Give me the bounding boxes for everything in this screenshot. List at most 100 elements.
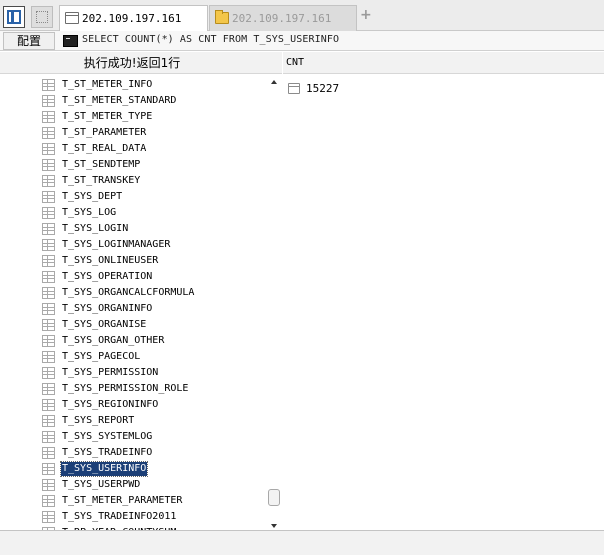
table-row[interactable]: T_SYS_TRADEINFO xyxy=(0,445,266,461)
table-name: T_SYS_SYSTEMLOG xyxy=(62,431,153,442)
query-toolbar: 配置 SELECT COUNT(*) AS CNT FROM T_SYS_USE… xyxy=(0,31,604,51)
table-grid-icon xyxy=(42,303,55,315)
document-icon xyxy=(65,12,79,24)
table-row[interactable]: T_SYS_ORGAN_OTHER xyxy=(0,333,266,349)
table-row[interactable]: T_SYS_USERPWD xyxy=(0,477,266,493)
table-grid-icon xyxy=(42,111,55,123)
table-row[interactable]: T_SYS_PERMISSION xyxy=(0,365,266,381)
table-name: T_ST_TRANSKEY xyxy=(62,175,141,186)
tab-connection-2[interactable]: 202.109.197.161 xyxy=(209,5,357,31)
table-name: T_ST_METER_PARAMETER xyxy=(62,495,183,506)
table-grid-icon xyxy=(42,463,55,475)
sql-input[interactable]: SELECT COUNT(*) AS CNT FROM T_SYS_USERIN… xyxy=(60,32,604,50)
table-row[interactable]: T_SYS_OPERATION xyxy=(0,269,266,285)
table-list-scrollbar[interactable] xyxy=(266,74,282,530)
config-button[interactable]: 配置 xyxy=(3,32,55,50)
table-row[interactable]: T_SYS_REGIONINFO xyxy=(0,397,266,413)
table-name: T_SYS_PERMISSION_ROLE xyxy=(62,383,189,394)
table-grid-icon xyxy=(42,479,55,491)
table-grid-icon xyxy=(42,319,55,331)
table-name: T_SYS_LOG xyxy=(62,207,117,218)
table-row[interactable]: T_SYS_TRADEINFO2011 xyxy=(0,509,266,525)
table-name: T_ST_METER_TYPE xyxy=(62,111,153,122)
add-tab-button[interactable]: + xyxy=(360,8,372,22)
table-row[interactable]: T_SYS_PERMISSION_ROLE xyxy=(0,381,266,397)
panel-toggle-button[interactable] xyxy=(3,6,25,28)
table-name: T_SYS_LOGIN xyxy=(62,223,129,234)
table-grid-icon xyxy=(42,351,55,363)
table-row[interactable]: T_ST_TRANSKEY xyxy=(0,173,266,189)
table-row[interactable]: T_SYS_ONLINEUSER xyxy=(0,253,266,269)
table-row[interactable]: T_SYS_REPORT xyxy=(0,413,266,429)
table-name: T_ST_SENDTEMP xyxy=(62,159,141,170)
table-row[interactable]: T_SYS_USERINFO xyxy=(0,461,266,477)
scroll-down-icon[interactable] xyxy=(271,524,277,528)
table-name: T_SYS_LOGINMANAGER xyxy=(62,239,171,250)
table-grid-icon xyxy=(42,127,55,139)
tab-bar: 202.109.197.161 202.109.197.161 + xyxy=(0,0,604,32)
table-name: T_SYS_ORGANISE xyxy=(62,319,147,330)
table-row[interactable]: T_SYS_PAGECOL xyxy=(0,349,266,365)
table-grid-icon xyxy=(42,271,55,283)
table-list-panel: 执行成功!返回1行 T_ST_METER_INFO T_ST_METER_STAN… xyxy=(0,52,282,530)
grid-toggle-button[interactable] xyxy=(31,6,53,28)
table-grid-icon xyxy=(42,511,55,523)
table-grid-icon xyxy=(42,383,55,395)
grid-icon xyxy=(36,11,48,23)
table-name: T_ST_METER_INFO xyxy=(62,79,153,90)
table-grid-icon xyxy=(42,335,55,347)
table-name: T_SYS_USERPWD xyxy=(62,479,141,490)
table-row[interactable]: T_SYS_SYSTEMLOG xyxy=(0,429,266,445)
panel-icon xyxy=(7,10,21,24)
table-row[interactable]: T_ST_METER_TYPE xyxy=(0,109,266,125)
table-row[interactable]: T_SYS_ORGANISE xyxy=(0,317,266,333)
scroll-up-icon[interactable] xyxy=(271,80,277,84)
table-grid-icon xyxy=(42,159,55,171)
table-list[interactable]: T_ST_METER_INFO T_ST_METER_STANDARD T_ST_M… xyxy=(0,74,266,530)
table-grid-icon xyxy=(42,239,55,251)
table-name: T_SYS_REPORT xyxy=(62,415,135,426)
table-name: T_ST_PARAMETER xyxy=(62,127,147,138)
table-grid-icon xyxy=(42,175,55,187)
table-name: T_SYS_USERINFO xyxy=(59,461,149,477)
table-name: T_ST_REAL_DATA xyxy=(62,143,147,154)
table-grid-icon xyxy=(42,255,55,267)
table-row[interactable]: T_SYS_ORGANCALCFORMULA xyxy=(0,285,266,301)
table-grid-icon xyxy=(42,223,55,235)
terminal-icon xyxy=(63,35,78,47)
folder-icon xyxy=(215,10,229,24)
status-bar xyxy=(0,530,604,555)
table-name: T_ST_METER_STANDARD xyxy=(62,95,177,106)
table-row[interactable]: T_ST_METER_PARAMETER xyxy=(0,493,266,509)
scrollbar-thumb[interactable] xyxy=(268,489,280,506)
table-row[interactable]: T_SYS_ORGANINFO xyxy=(0,301,266,317)
table-row[interactable]: T_ST_METER_INFO xyxy=(0,77,266,93)
table-row[interactable]: T_SYS_LOGIN xyxy=(0,221,266,237)
table-grid-icon xyxy=(42,431,55,443)
result-panel: CNT 15227 xyxy=(283,52,604,530)
table-row[interactable]: T_ST_REAL_DATA xyxy=(0,141,266,157)
table-row[interactable]: T_SYS_DEPT xyxy=(0,189,266,205)
table-grid-icon xyxy=(42,399,55,411)
table-name: T_SYS_ORGANINFO xyxy=(62,303,153,314)
table-grid-icon xyxy=(42,79,55,91)
table-name: T_SYS_TRADEINFO xyxy=(62,447,153,458)
table-name: T_SYS_REGIONINFO xyxy=(62,399,159,410)
table-name: T_SYS_OPERATION xyxy=(62,271,153,282)
table-name: T_SYS_TRADEINFO2011 xyxy=(62,511,177,522)
record-icon xyxy=(288,83,300,94)
table-row[interactable]: T_SYS_LOG xyxy=(0,205,266,221)
tab-label: 202.109.197.161 xyxy=(82,12,182,25)
table-row[interactable]: T_SYS_LOGINMANAGER xyxy=(0,237,266,253)
table-row[interactable]: T_ST_METER_STANDARD xyxy=(0,93,266,109)
column-header-cnt[interactable]: CNT xyxy=(283,52,604,74)
table-row[interactable]: T_ST_SENDTEMP xyxy=(0,157,266,173)
table-row[interactable]: T_ST_PARAMETER xyxy=(0,125,266,141)
table-grid-icon xyxy=(42,95,55,107)
table-grid-icon xyxy=(42,495,55,507)
table-name: T_SYS_DEPT xyxy=(62,191,123,202)
table-grid-icon xyxy=(42,191,55,203)
tab-connection-1[interactable]: 202.109.197.161 xyxy=(59,5,208,32)
table-name: T_SYS_ORGANCALCFORMULA xyxy=(62,287,195,298)
table-grid-icon xyxy=(42,207,55,219)
